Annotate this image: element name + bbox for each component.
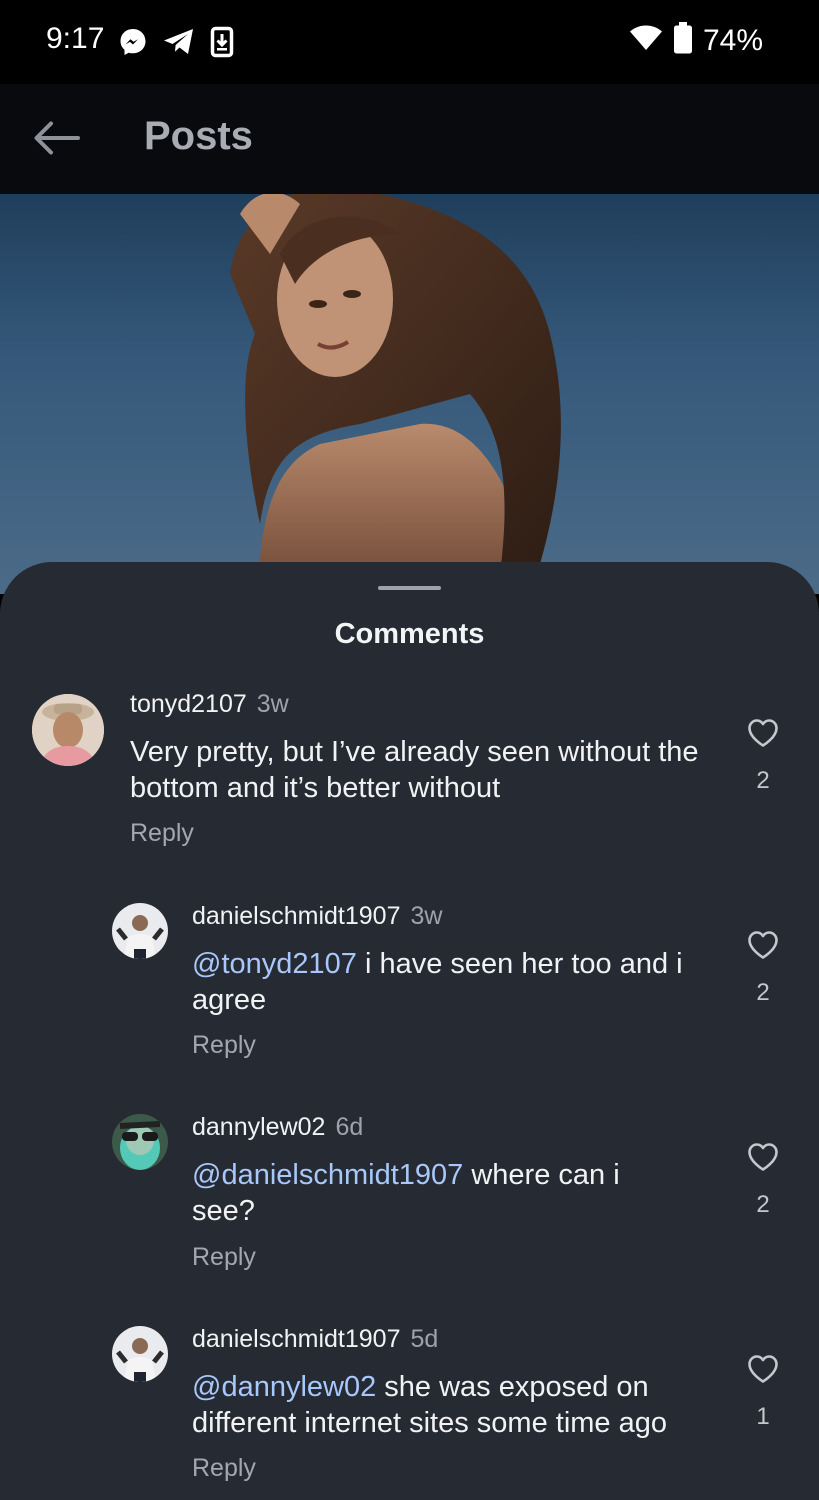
heart-icon[interactable] [738, 1354, 788, 1389]
back-button[interactable] [28, 114, 84, 166]
status-bar: 9:17 74% [0, 0, 819, 84]
comment-mention[interactable]: @dannylew02 [192, 1371, 376, 1403]
battery-icon [673, 22, 693, 59]
comment-time: 5d [410, 1325, 439, 1353]
download-icon [210, 26, 234, 63]
reply-button[interactable]: Reply [192, 1454, 256, 1483]
notification-icons [118, 26, 234, 63]
page-title: Posts [144, 114, 253, 158]
comment-meta: danielschmidt1907 5d [192, 1325, 438, 1354]
post-photo-figure [230, 194, 561, 594]
system-icons: 74% [629, 22, 763, 59]
messenger-icon [118, 27, 148, 62]
wifi-icon [629, 24, 663, 57]
comments-sheet: Comments tonyd2107 3w Very pretty, but I’… [0, 562, 819, 1500]
post-photo[interactable] [0, 194, 819, 594]
comment-text: @dannylew02 she was exposed on different… [192, 1369, 722, 1441]
telegram-icon [162, 27, 196, 62]
comment-item: danielschmidt1907 5d @dannylew02 she was … [0, 562, 819, 1500]
like-count: 1 [756, 1403, 770, 1430]
avatar[interactable] [112, 1326, 168, 1382]
arrow-left-icon [32, 120, 80, 161]
battery-percentage: 74% [702, 23, 763, 57]
comment-username[interactable]: danielschmidt1907 [192, 1325, 400, 1353]
app-bar: Posts [0, 84, 819, 194]
status-time: 9:17 [46, 22, 105, 55]
like-control: 1 [738, 1354, 788, 1431]
